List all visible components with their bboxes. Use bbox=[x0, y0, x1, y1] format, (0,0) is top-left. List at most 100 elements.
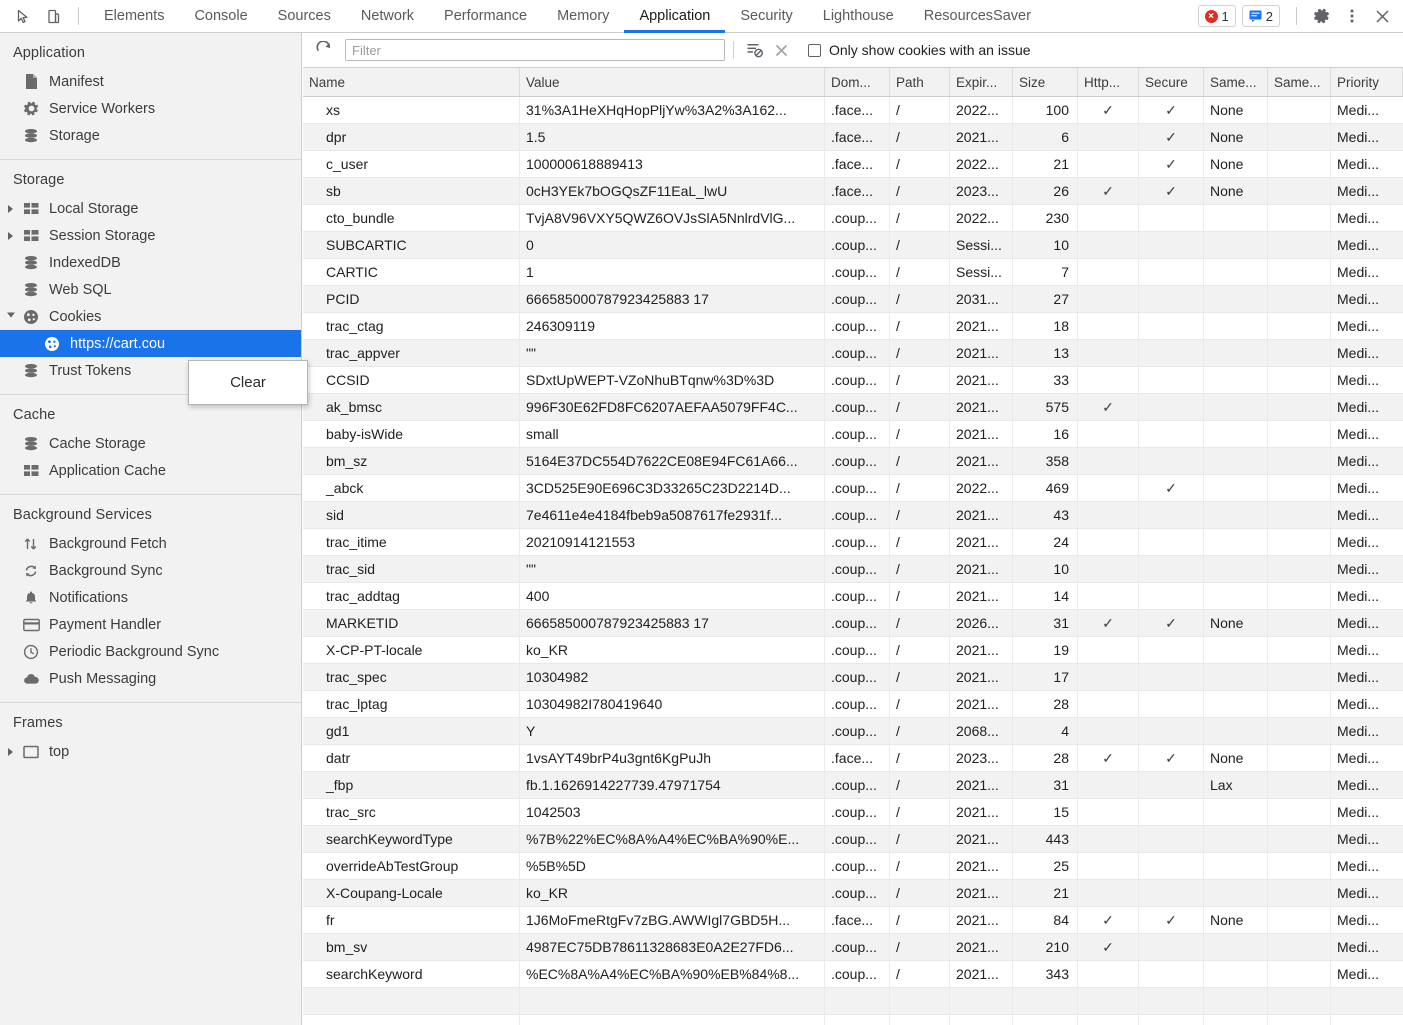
only-issues-checkbox[interactable]: Only show cookies with an issue bbox=[808, 42, 1031, 58]
inspect-element-icon[interactable] bbox=[8, 2, 38, 30]
column-header-value[interactable]: Value bbox=[520, 68, 825, 96]
chevron-right-icon[interactable] bbox=[8, 747, 13, 756]
sidebar-item-cookie-origin[interactable]: https://cart.cou bbox=[0, 330, 301, 357]
cell-priority: Medi... bbox=[1337, 318, 1380, 334]
table-row[interactable]: PCID 666585000787923425883 17 .coup.../203… bbox=[303, 286, 1403, 313]
table-row[interactable]: c_user 100000618889413 .face.../2022... 21 ✓… bbox=[303, 151, 1403, 178]
cell-priority: Medi... bbox=[1337, 507, 1380, 523]
only-issues-label: Only show cookies with an issue bbox=[829, 42, 1031, 58]
sidebar-item-web-sql[interactable]: Web SQL bbox=[0, 276, 301, 303]
table-row[interactable]: searchKeyword %EC%8A%A4%EC%BA%90%EB%84%8.… bbox=[303, 961, 1403, 988]
table-row[interactable]: X-CP-PT-locale ko_KR .coup.../2021... 19 Med… bbox=[303, 637, 1403, 664]
message-count-badge[interactable]: 2 bbox=[1241, 5, 1280, 27]
refresh-icon[interactable] bbox=[311, 37, 337, 63]
cell-samesite bbox=[1204, 232, 1268, 258]
cell-path: / bbox=[890, 637, 950, 663]
column-header-priority[interactable]: Priority bbox=[1331, 68, 1403, 96]
cell-empty bbox=[303, 988, 520, 1014]
error-count-badge[interactable]: × 1 bbox=[1197, 5, 1236, 27]
table-row[interactable]: gd1 Y .coup.../2068... 4 Medi... bbox=[303, 718, 1403, 745]
tab-performance[interactable]: Performance bbox=[429, 0, 542, 33]
device-toolbar-icon[interactable] bbox=[38, 2, 68, 30]
table-row[interactable]: sb 0cH3YEk7bOGQsZF11EaL_lwU .face.../2023.… bbox=[303, 178, 1403, 205]
tab-elements[interactable]: Elements bbox=[89, 0, 179, 33]
tab-memory[interactable]: Memory bbox=[542, 0, 624, 33]
table-row[interactable]: sid 7e4611e4e4184fbeb9a5087617fe2931f....… bbox=[303, 502, 1403, 529]
tab-sources[interactable]: Sources bbox=[263, 0, 346, 33]
table-row[interactable]: baby-isWide small .coup.../2021... 16 Medi..… bbox=[303, 421, 1403, 448]
column-header-expires[interactable]: Expir... bbox=[950, 68, 1013, 96]
sidebar-item-cookies[interactable]: Cookies bbox=[0, 303, 301, 330]
table-row[interactable]: CCSID SDxtUpWEPT-VZoNhuBTqnw%3D%3D .coup..… bbox=[303, 367, 1403, 394]
filter-input[interactable] bbox=[345, 39, 725, 61]
table-row[interactable]: trac_lptag 10304982I780419640 .coup.../202… bbox=[303, 691, 1403, 718]
sidebar-item-frame-top[interactable]: top bbox=[0, 738, 301, 765]
tab-resourcessaver[interactable]: ResourcesSaver bbox=[909, 0, 1046, 33]
table-row[interactable]: trac_src 1042503 .coup.../2021... 15 Medi... bbox=[303, 799, 1403, 826]
column-header-domain[interactable]: Dom... bbox=[825, 68, 890, 96]
chevron-right-icon[interactable] bbox=[8, 231, 13, 240]
tab-security[interactable]: Security bbox=[725, 0, 807, 33]
table-row[interactable]: datr 1vsAYT49brP4u3gnt6KgPuJh .face.../202… bbox=[303, 745, 1403, 772]
table-row[interactable]: MARKETID 666585000787923425883 17 .coup...… bbox=[303, 610, 1403, 637]
tab-network[interactable]: Network bbox=[346, 0, 429, 33]
table-row[interactable]: trac_itime 20210914121553 .coup.../2021...… bbox=[303, 529, 1403, 556]
sidebar-item-local-storage[interactable]: Local Storage bbox=[0, 195, 301, 222]
clear-all-cookies-icon[interactable] bbox=[768, 37, 794, 63]
clear-filtered-cookies-icon[interactable] bbox=[742, 37, 768, 63]
table-row[interactable]: dpr 1.5 .face.../2021... 6 ✓ None Medi... bbox=[303, 124, 1403, 151]
table-row[interactable]: ak_bmsc 996F30E62FD8FC6207AEFAA5079FF4C..… bbox=[303, 394, 1403, 421]
sidebar-item-payment-handler[interactable]: Payment Handler bbox=[0, 611, 301, 638]
cell-expires: 2021... bbox=[950, 691, 1013, 717]
context-menu-item-clear[interactable]: Clear bbox=[189, 374, 307, 391]
chevron-down-icon[interactable] bbox=[7, 312, 15, 321]
sidebar-item-service-workers[interactable]: Service Workers bbox=[0, 95, 301, 122]
table-row[interactable]: trac_addtag 400 .coup.../2021... 14 Medi... bbox=[303, 583, 1403, 610]
sidebar-item-session-storage[interactable]: Session Storage bbox=[0, 222, 301, 249]
chevron-right-icon[interactable] bbox=[8, 204, 13, 213]
cell-httponly bbox=[1078, 151, 1139, 177]
tab-console[interactable]: Console bbox=[179, 0, 262, 33]
column-header-samesite[interactable]: Same... bbox=[1204, 68, 1268, 96]
sidebar-item-indexeddb[interactable]: IndexedDB bbox=[0, 249, 301, 276]
table-row[interactable]: overrideAbTestGroup %5B%5D .coup.../2021..… bbox=[303, 853, 1403, 880]
close-icon[interactable] bbox=[1367, 2, 1397, 30]
column-header-secure[interactable]: Secure bbox=[1139, 68, 1204, 96]
table-row[interactable]: _fbp fb.1.1626914227739.47971754 .coup... /… bbox=[303, 772, 1403, 799]
table-row[interactable]: trac_spec 10304982 .coup.../2021... 17 Medi.… bbox=[303, 664, 1403, 691]
sidebar-item-cache-storage[interactable]: Cache Storage bbox=[0, 430, 301, 457]
tab-application[interactable]: Application bbox=[624, 0, 726, 33]
column-header-httponly[interactable]: Http... bbox=[1078, 68, 1139, 96]
table-row[interactable]: cto_bundle TvjA8V96VXY5QWZ6OVJsSlA5NnlrdV… bbox=[303, 205, 1403, 232]
table-row[interactable]: trac_ctag 246309119 .coup.../2021... 18 Medi… bbox=[303, 313, 1403, 340]
table-row[interactable]: xs 31%3A1HeXHqHopPljYw%3A2%3A162... .face.… bbox=[303, 97, 1403, 124]
sidebar-item-manifest[interactable]: Manifest bbox=[0, 68, 301, 95]
table-row[interactable]: _abck 3CD525E90E696C3D33265C23D2214D... .c… bbox=[303, 475, 1403, 502]
column-header-name[interactable]: Name bbox=[303, 68, 520, 96]
table-row[interactable]: searchKeywordType %7B%22%EC%8A%A4%EC%BA%9… bbox=[303, 826, 1403, 853]
tab-lighthouse[interactable]: Lighthouse bbox=[808, 0, 909, 33]
table-row[interactable]: X-Coupang-Locale ko_KR .coup.../2021... 21 M… bbox=[303, 880, 1403, 907]
sidebar-item-background-fetch[interactable]: Background Fetch bbox=[0, 530, 301, 557]
column-header-path[interactable]: Path bbox=[890, 68, 950, 96]
cell-samesite bbox=[1204, 583, 1268, 609]
more-options-icon[interactable] bbox=[1337, 2, 1367, 30]
sidebar-item-notifications[interactable]: Notifications bbox=[0, 584, 301, 611]
up-down-arrows-icon bbox=[22, 535, 40, 553]
sidebar-item-periodic-background-sync[interactable]: Periodic Background Sync bbox=[0, 638, 301, 665]
sidebar-item-application-cache[interactable]: Application Cache bbox=[0, 457, 301, 484]
sidebar-item-storage[interactable]: Storage bbox=[0, 122, 301, 149]
column-header-size[interactable]: Size bbox=[1013, 68, 1078, 96]
table-row[interactable]: bm_sz 5164E37DC554D7622CE08E94FC61A66....… bbox=[303, 448, 1403, 475]
cell-path: / bbox=[890, 502, 950, 528]
table-row[interactable]: trac_sid "" .coup.../2021... 10 Medi... bbox=[303, 556, 1403, 583]
table-row[interactable]: trac_appver "" .coup.../2021... 13 Medi... bbox=[303, 340, 1403, 367]
table-row[interactable]: SUBCARTIC 0 .coup... / Sessi... 10 Medi... bbox=[303, 232, 1403, 259]
table-row[interactable]: bm_sv 4987EC75DB78611328683E0A2E27FD6....… bbox=[303, 934, 1403, 961]
sidebar-item-push-messaging[interactable]: Push Messaging bbox=[0, 665, 301, 692]
gear-icon[interactable] bbox=[1307, 2, 1337, 30]
table-row[interactable]: fr 1J6MoFmeRtgFv7zBG.AWWIgl7GBD5H... .face… bbox=[303, 907, 1403, 934]
sidebar-item-background-sync[interactable]: Background Sync bbox=[0, 557, 301, 584]
column-header-samepartykey[interactable]: Same... bbox=[1268, 68, 1331, 96]
table-row[interactable]: CARTIC 1 .coup... / Sessi... 7 Medi... bbox=[303, 259, 1403, 286]
